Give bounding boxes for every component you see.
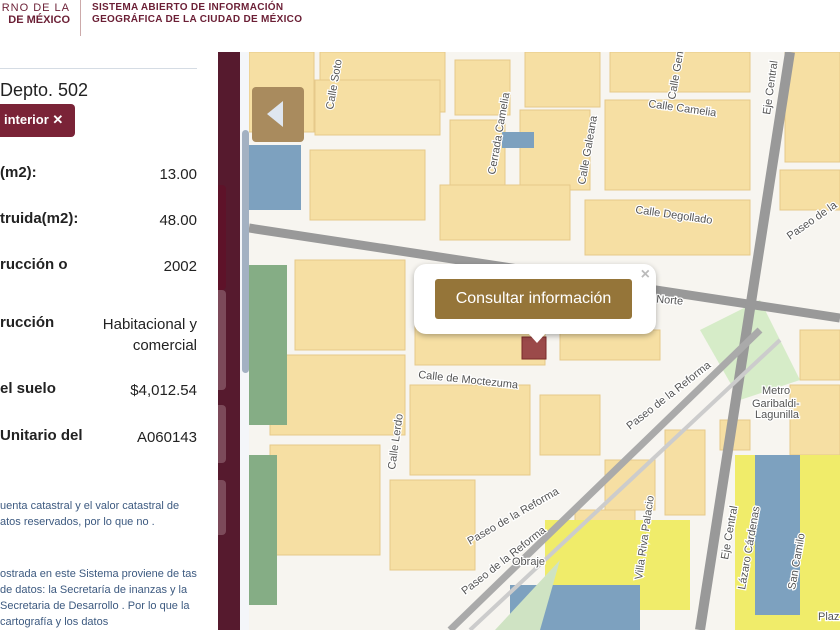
interior-filter-chip[interactable]: interior ✕	[0, 104, 75, 137]
sidebar-tab[interactable]	[218, 290, 226, 390]
gov-logo[interactable]: RNO DE LA DE MÉXICO	[0, 2, 70, 26]
info-panel: Depto. 502 interior ✕ (m2): 13.00 truida(…	[0, 52, 218, 630]
source-text: ostrada en este Sistema proviene de tas …	[0, 568, 197, 628]
svg-text:Metro: Metro	[762, 385, 790, 397]
green-zone	[249, 265, 287, 425]
consult-info-button[interactable]: Consultar información	[435, 279, 632, 319]
disclaimer-text: uenta catastral y el valor catastral de …	[0, 500, 180, 528]
scrollbar-thumb[interactable]	[242, 130, 249, 373]
header-divider	[80, 0, 81, 36]
chevron-left-icon	[267, 101, 283, 127]
svg-text:Plaz: Plaz	[818, 611, 839, 623]
sidebar-tab[interactable]	[218, 405, 226, 463]
blue-zone	[249, 145, 301, 210]
system-title: SISTEMA ABIERTO DE INFORMACIÓN GEOGRÁFICA…	[92, 2, 303, 25]
svg-text:Obraje: Obraje	[512, 556, 545, 568]
collapse-panel-button[interactable]	[252, 87, 304, 142]
sidebar-tab[interactable]	[218, 185, 226, 290]
sidebar-tab[interactable]	[218, 480, 226, 535]
property-title: Depto. 502	[0, 80, 89, 100]
header: RNO DE LA DE MÉXICO SISTEMA ABIERTO DE IN…	[0, 0, 840, 52]
map-popup: Consultar información ×	[414, 264, 656, 343]
divider	[0, 68, 197, 69]
close-icon[interactable]: ×	[641, 266, 650, 284]
svg-text:Lagunilla: Lagunilla	[755, 409, 800, 421]
